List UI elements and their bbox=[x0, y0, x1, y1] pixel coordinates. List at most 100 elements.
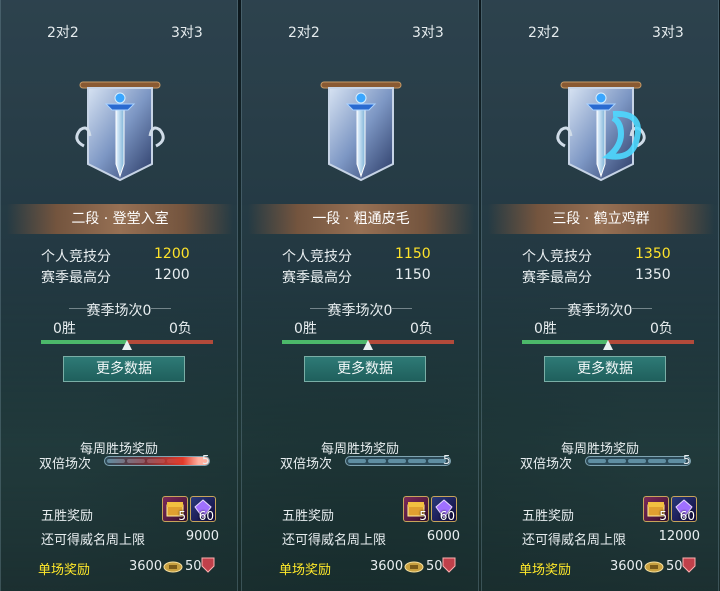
mode-tabs: 2对2 3对3 bbox=[1, 0, 237, 54]
tab-2v2[interactable]: 2对2 bbox=[528, 22, 560, 42]
double-matches-max: 5 bbox=[202, 453, 210, 467]
weekly-cap-value: 12000 bbox=[658, 529, 700, 544]
loss-bar-fill bbox=[608, 340, 694, 344]
rank-panel: 2对2 3对3 一段 · 粗通皮毛 个人竞技分 1150 赛季最高分 1150 … bbox=[241, 0, 479, 591]
season-high-row: 赛季最高分 1150 bbox=[282, 267, 442, 286]
weekly-cap-label: 还可得威名周上限 bbox=[282, 533, 387, 548]
coin-reward-value: 3600 bbox=[610, 559, 644, 574]
personal-score-value: 1350 bbox=[635, 246, 671, 262]
single-match-reward-label: 单场奖励 bbox=[279, 563, 332, 578]
reward-gem-qty: 60 bbox=[679, 509, 695, 523]
coin-reward-value: 3600 bbox=[370, 559, 404, 574]
reward-chest-icon[interactable]: 5 bbox=[162, 496, 188, 523]
double-matches-bar bbox=[104, 456, 210, 466]
win-loss-bar bbox=[522, 340, 694, 350]
tab-2v2[interactable]: 2对2 bbox=[47, 22, 79, 42]
season-high-row: 赛季最高分 1200 bbox=[41, 267, 201, 286]
single-match-reward-label: 单场奖励 bbox=[519, 563, 572, 578]
personal-score-row: 个人竞技分 1150 bbox=[282, 246, 442, 265]
win-bar-fill bbox=[522, 340, 608, 344]
season-matches-label: 赛季场次0 bbox=[86, 303, 152, 319]
rank-title: 一段 · 粗通皮毛 bbox=[248, 204, 474, 234]
personal-score-value: 1150 bbox=[395, 246, 431, 262]
ratio-marker-icon bbox=[603, 340, 613, 350]
rank-panel: 2对2 3对3 二段 · 登堂入室 个人竞技分 1200 赛季最高分 1200 … bbox=[0, 0, 238, 591]
losses-count: 0负 bbox=[410, 321, 433, 337]
five-win-reward-label: 五胜奖励 bbox=[282, 509, 335, 524]
win-loss-bar bbox=[282, 340, 454, 350]
coin-icon bbox=[644, 559, 664, 573]
bar-segment bbox=[348, 459, 366, 463]
more-data-button[interactable]: 更多数据 bbox=[544, 356, 666, 382]
honor-shield-icon bbox=[201, 557, 215, 573]
season-matches: 赛季场次0 bbox=[482, 300, 718, 319]
win-bar-fill bbox=[41, 340, 127, 344]
season-matches-label: 赛季场次0 bbox=[567, 303, 633, 319]
ratio-marker-icon bbox=[122, 340, 132, 350]
honor-shield-icon bbox=[442, 557, 456, 573]
win-loss-bar bbox=[41, 340, 213, 350]
bar-segment bbox=[408, 459, 426, 463]
reward-chest-qty: 5 bbox=[419, 509, 427, 523]
ratio-marker-icon bbox=[363, 340, 373, 350]
personal-score-label: 个人竞技分 bbox=[41, 249, 111, 265]
reward-chest-qty: 5 bbox=[178, 509, 186, 523]
wins-count: 0胜 bbox=[294, 321, 317, 337]
season-high-label: 赛季最高分 bbox=[522, 270, 592, 286]
tab-3v3[interactable]: 3对3 bbox=[652, 22, 684, 42]
personal-score-label: 个人竞技分 bbox=[522, 249, 592, 265]
double-matches-bar bbox=[345, 456, 451, 466]
rank-panel: 2对2 3对3 三段 · 鹤立鸡群 个人竞技分 1350 赛季最高分 1350 … bbox=[481, 0, 719, 591]
tab-2v2[interactable]: 2对2 bbox=[288, 22, 320, 42]
double-matches-bar bbox=[585, 456, 691, 466]
rank-banner-icon bbox=[70, 76, 170, 188]
reward-gem-icon[interactable]: 60 bbox=[431, 496, 457, 523]
tab-3v3[interactable]: 3对3 bbox=[171, 22, 203, 42]
reward-gem-icon[interactable]: 60 bbox=[671, 496, 697, 523]
reward-chest-icon[interactable]: 5 bbox=[643, 496, 669, 523]
season-matches: 赛季场次0 bbox=[242, 300, 478, 319]
season-high-value: 1150 bbox=[395, 267, 431, 283]
wins-count: 0胜 bbox=[534, 321, 557, 337]
honor-shield-icon bbox=[682, 557, 696, 573]
season-high-label: 赛季最高分 bbox=[41, 270, 111, 286]
season-high-label: 赛季最高分 bbox=[282, 270, 352, 286]
losses-count: 0负 bbox=[650, 321, 673, 337]
wins-count: 0胜 bbox=[53, 321, 76, 337]
season-matches: 赛季场次0 bbox=[1, 300, 237, 319]
bar-segment bbox=[368, 459, 386, 463]
weekly-cap-value: 9000 bbox=[185, 529, 219, 544]
reward-gem-qty: 60 bbox=[198, 509, 214, 523]
rank-banner-icon bbox=[551, 76, 651, 188]
single-match-reward-label: 单场奖励 bbox=[38, 563, 91, 578]
loss-bar-fill bbox=[368, 340, 454, 344]
coin-icon bbox=[404, 559, 424, 573]
season-high-row: 赛季最高分 1350 bbox=[522, 267, 682, 286]
rank-banner-icon bbox=[311, 76, 411, 188]
honor-reward-value: 50 bbox=[426, 559, 443, 574]
reward-gem-icon[interactable]: 60 bbox=[190, 496, 216, 523]
ornament-right bbox=[151, 308, 171, 309]
tab-3v3[interactable]: 3对3 bbox=[412, 22, 444, 42]
five-win-reward-label: 五胜奖励 bbox=[522, 509, 575, 524]
double-matches-max: 5 bbox=[683, 453, 691, 467]
honor-reward-value: 50 bbox=[666, 559, 683, 574]
weekly-cap-row: 还可得威名周上限 12000 bbox=[522, 529, 700, 548]
reward-chest-qty: 5 bbox=[659, 509, 667, 523]
bar-segment bbox=[388, 459, 406, 463]
weekly-cap-row: 还可得威名周上限 6000 bbox=[282, 529, 460, 548]
double-fire-effect bbox=[105, 457, 209, 465]
double-matches-max: 5 bbox=[443, 453, 451, 467]
five-win-reward-label: 五胜奖励 bbox=[41, 509, 94, 524]
double-matches-label: 双倍场次 bbox=[520, 457, 573, 472]
mode-tabs: 2对2 3对3 bbox=[242, 0, 478, 54]
losses-count: 0负 bbox=[169, 321, 192, 337]
rank-title: 二段 · 登堂入室 bbox=[7, 204, 233, 234]
reward-chest-icon[interactable]: 5 bbox=[403, 496, 429, 523]
more-data-button[interactable]: 更多数据 bbox=[304, 356, 426, 382]
loss-bar-fill bbox=[127, 340, 213, 344]
coin-reward-value: 3600 bbox=[129, 559, 163, 574]
more-data-button[interactable]: 更多数据 bbox=[63, 356, 185, 382]
personal-score-row: 个人竞技分 1350 bbox=[522, 246, 682, 265]
weekly-cap-label: 还可得威名周上限 bbox=[41, 533, 146, 548]
